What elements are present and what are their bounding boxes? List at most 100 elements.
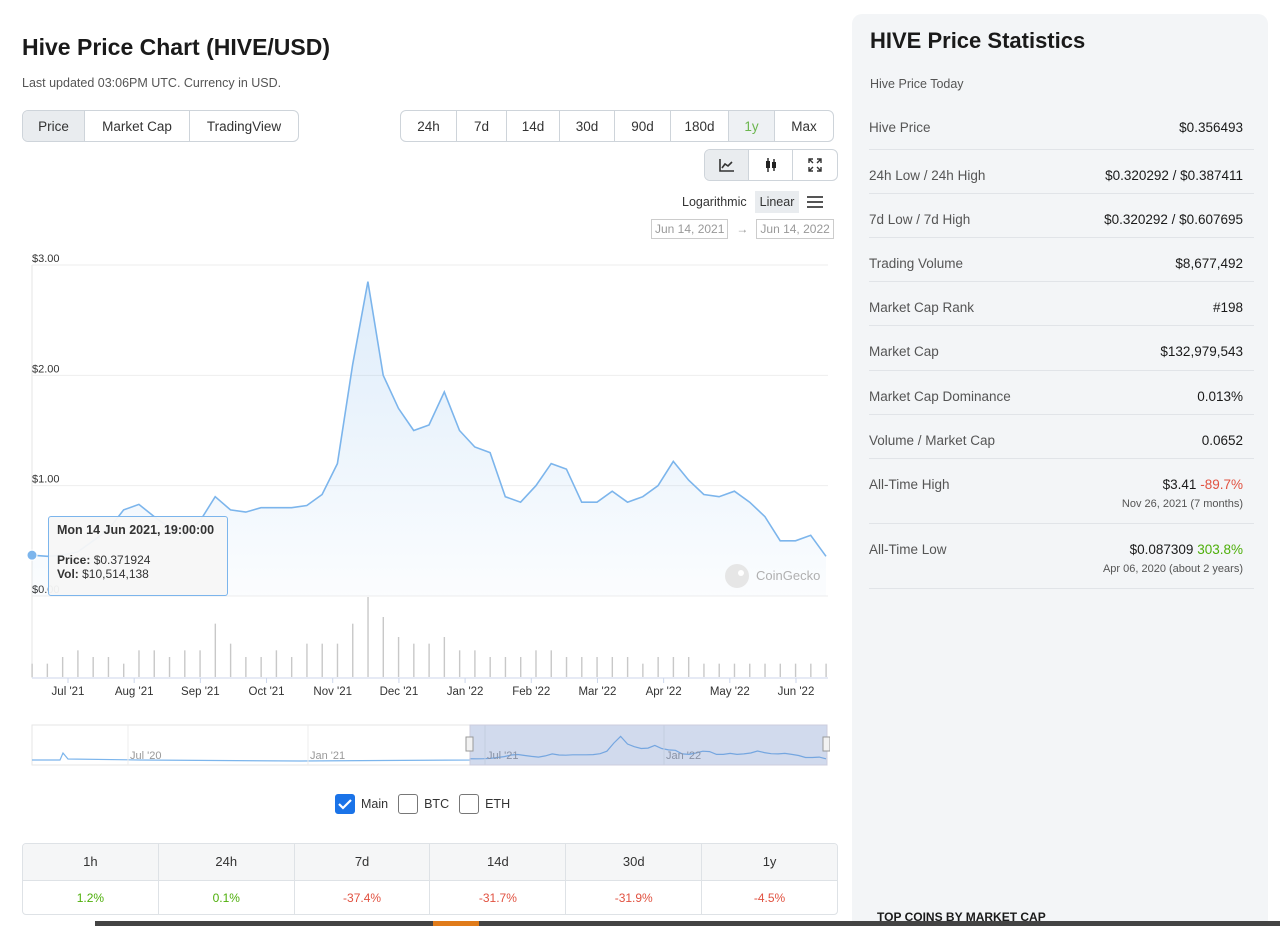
navigator[interactable]: Jul '20Jan '21Jul '21Jan '22 bbox=[31, 724, 830, 766]
stat-value: $132,979,543 bbox=[1160, 344, 1243, 359]
volume-bar bbox=[367, 597, 369, 677]
last-updated-text: Last updated 03:06PM UTC. Currency in US… bbox=[22, 76, 282, 90]
volume-bar bbox=[184, 650, 186, 677]
compare-main-checkbox[interactable]: Main bbox=[335, 794, 388, 814]
stat-label: Trading Volume bbox=[869, 256, 964, 271]
volume-bar bbox=[581, 657, 583, 677]
date-to-input[interactable]: Jun 14, 2022 bbox=[756, 219, 834, 239]
atl-date: Apr 06, 2020 (about 2 years) bbox=[1102, 563, 1243, 575]
volume-bar bbox=[779, 663, 781, 677]
fullscreen-button[interactable] bbox=[793, 150, 837, 180]
volume-bar bbox=[749, 663, 751, 677]
volume-bar bbox=[168, 657, 171, 677]
range-14d-button[interactable]: 14d bbox=[507, 111, 560, 141]
x-tick-label: Aug '21 bbox=[115, 686, 154, 698]
tab-price[interactable]: Price bbox=[23, 111, 85, 141]
volume-bar bbox=[657, 657, 659, 677]
scrollbar-thumb[interactable] bbox=[433, 921, 479, 926]
navigator-left-handle[interactable] bbox=[465, 736, 474, 752]
stat-value: 0.0652 bbox=[1201, 433, 1243, 448]
range-90d-button[interactable]: 90d bbox=[615, 111, 671, 141]
stat-value: 0.013% bbox=[1197, 389, 1243, 404]
stat-row-price: Hive Price $0.356493 bbox=[869, 102, 1254, 135]
tooltip-date: Mon 14 Jun 2021, 19:00:00 bbox=[57, 523, 215, 537]
navigator-selection[interactable] bbox=[469, 724, 828, 766]
volume-bar bbox=[764, 663, 766, 677]
candlestick-button[interactable] bbox=[749, 150, 793, 180]
compare-btc-checkbox[interactable]: BTC bbox=[398, 794, 449, 814]
stat-label: Hive Price bbox=[869, 120, 931, 135]
volume-bar bbox=[61, 657, 64, 677]
tab-tradingview[interactable]: TradingView bbox=[190, 111, 298, 141]
volume-bar bbox=[352, 623, 354, 677]
time-range-buttons: 24h 7d 14d 30d 90d 180d 1y Max bbox=[400, 110, 834, 142]
volume-bar bbox=[397, 637, 400, 677]
volume-bar bbox=[428, 643, 430, 677]
tab-market-cap[interactable]: Market Cap bbox=[85, 111, 190, 141]
x-tick-label: Nov '21 bbox=[313, 686, 352, 698]
expand-icon bbox=[808, 158, 822, 172]
volume-bar bbox=[489, 657, 491, 677]
range-7d-button[interactable]: 7d bbox=[457, 111, 507, 141]
coingecko-logo-icon bbox=[725, 564, 749, 588]
y-tick-label: $2.00 bbox=[32, 363, 60, 375]
stat-value: $8,677,492 bbox=[1175, 256, 1243, 271]
range-max-button[interactable]: Max bbox=[775, 111, 833, 141]
line-chart-icon bbox=[718, 159, 734, 172]
volume-bar bbox=[229, 643, 232, 677]
volume-bar bbox=[290, 657, 293, 677]
range-30d-button[interactable]: 30d bbox=[560, 111, 615, 141]
stat-value: $0.087309 303.8% Apr 06, 2020 (about 2 y… bbox=[1103, 542, 1243, 575]
volume-bar bbox=[413, 643, 415, 677]
x-tick-label: Jul '21 bbox=[52, 686, 85, 698]
price-chart[interactable]: $3.00$2.00$1.00$0.00 Jul '21Aug '21Sep '… bbox=[0, 250, 830, 770]
logarithmic-button[interactable]: Logarithmic bbox=[682, 195, 747, 209]
stat-label: Market Cap bbox=[869, 344, 939, 359]
stat-value: $3.41 -89.7% Nov 26, 2021 (7 months) bbox=[1122, 477, 1243, 510]
scrollbar[interactable] bbox=[95, 921, 1280, 926]
volume-bar bbox=[245, 657, 247, 677]
linear-button[interactable]: Linear bbox=[754, 191, 800, 213]
perf-value-1y: -4.5% bbox=[702, 880, 837, 914]
volume-bar bbox=[718, 663, 720, 677]
volume-bar bbox=[92, 657, 94, 677]
range-180d-button[interactable]: 180d bbox=[671, 111, 729, 141]
volume-bar bbox=[504, 657, 507, 677]
stat-value: $0.320292 / $0.387411 bbox=[1105, 168, 1243, 183]
ath-date: Nov 26, 2021 (7 months) bbox=[1121, 498, 1243, 510]
navigator-label: Jul '20 bbox=[130, 750, 161, 762]
volume-bar bbox=[672, 657, 675, 677]
compare-btc-label: BTC bbox=[424, 797, 450, 811]
volume-bar bbox=[703, 663, 705, 677]
stat-row-24h-range: 24h Low / 24h High $0.320292 / $0.387411 bbox=[869, 149, 1254, 183]
candlestick-icon bbox=[765, 158, 776, 172]
x-tick-label: May '22 bbox=[710, 686, 750, 698]
volume-bar bbox=[611, 657, 614, 677]
price-statistics-panel: HIVE Price Statistics Hive Price Today H… bbox=[852, 14, 1268, 926]
volume-bar bbox=[336, 643, 339, 677]
volume-bar bbox=[153, 650, 155, 677]
navigator-right-handle[interactable] bbox=[822, 736, 830, 752]
range-24h-button[interactable]: 24h bbox=[401, 111, 457, 141]
line-chart-button[interactable] bbox=[705, 150, 749, 180]
y-tick-label: $1.00 bbox=[32, 474, 60, 486]
perf-value-1h: 1.2% bbox=[23, 880, 159, 914]
stat-row-market-cap-rank: Market Cap Rank #198 bbox=[869, 281, 1254, 315]
page-title: Hive Price Chart (HIVE/USD) bbox=[22, 34, 331, 60]
checkbox-empty-icon bbox=[459, 794, 480, 814]
stat-label: All-Time High bbox=[869, 477, 950, 492]
volume-bar bbox=[31, 663, 33, 677]
stat-row-7d-range: 7d Low / 7d High $0.320292 / $0.607695 bbox=[869, 193, 1254, 227]
chart-menu-icon[interactable] bbox=[807, 193, 824, 211]
range-1y-button[interactable]: 1y bbox=[729, 111, 775, 141]
volume-bar bbox=[626, 657, 629, 677]
stat-label: 7d Low / 7d High bbox=[869, 212, 971, 227]
stat-label: Volume / Market Cap bbox=[869, 433, 996, 448]
stats-title: HIVE Price Statistics bbox=[870, 28, 1086, 53]
volume-bar bbox=[733, 663, 736, 677]
chart-tooltip: Mon 14 Jun 2021, 19:00:00 Price: $0.3719… bbox=[48, 516, 228, 596]
date-from-input[interactable]: Jun 14, 2021 bbox=[651, 219, 729, 239]
stat-label: Market Cap Dominance bbox=[869, 389, 1011, 404]
compare-eth-checkbox[interactable]: ETH bbox=[459, 794, 510, 814]
perf-header-1h: 1h bbox=[23, 844, 159, 880]
